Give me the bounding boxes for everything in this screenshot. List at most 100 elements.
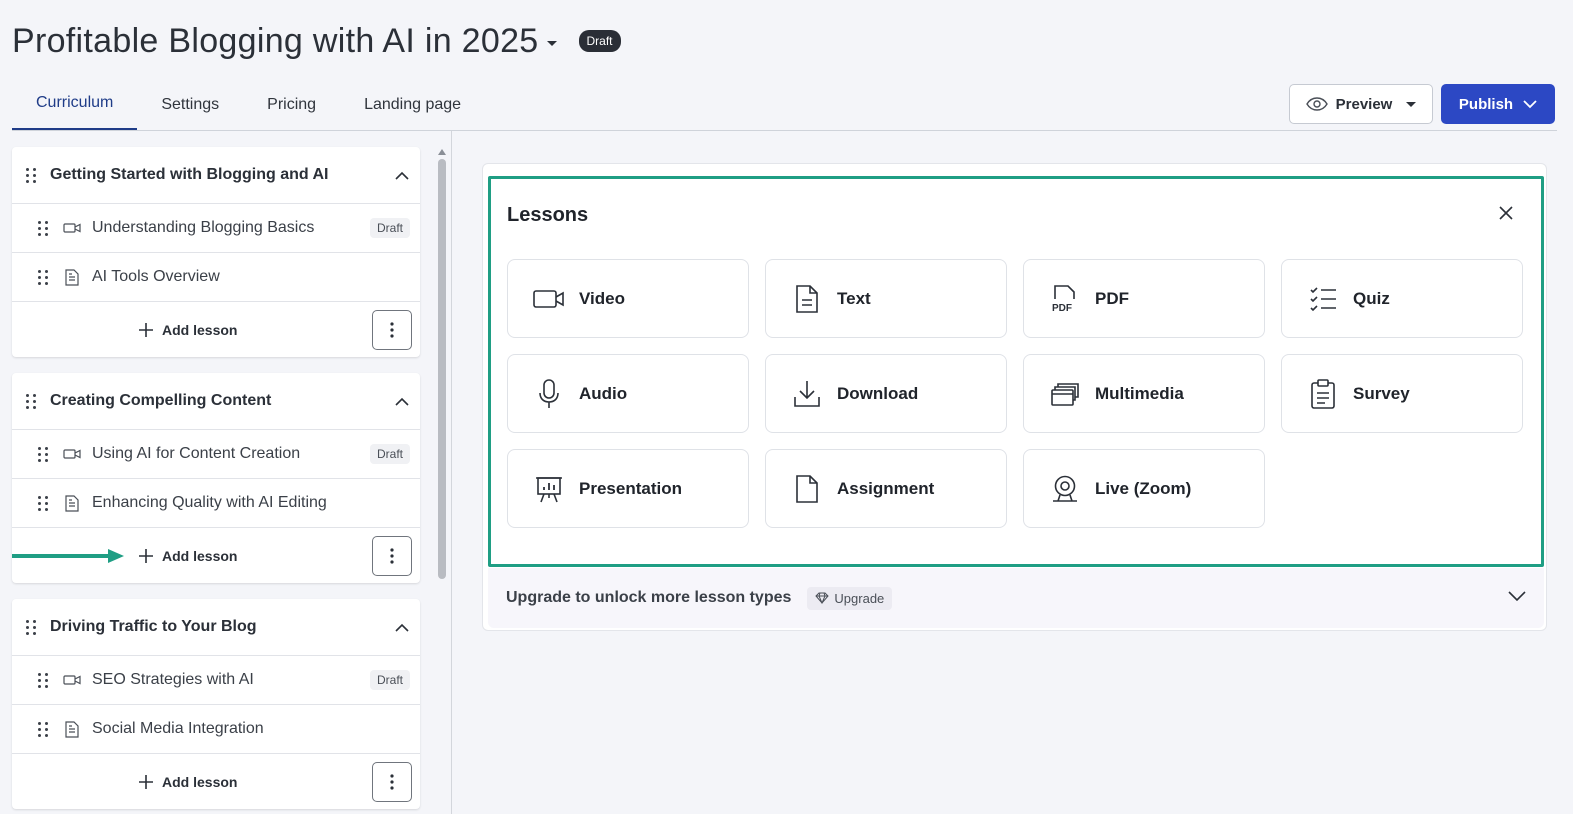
lesson-item[interactable]: Social Media Integration: [12, 705, 420, 754]
drag-handle-icon[interactable]: [38, 672, 48, 688]
section-more-button[interactable]: [372, 762, 412, 802]
lessons-type-picker: Lessons Video Text PDF PDF Quiz Audio Do…: [488, 176, 1544, 567]
plus-icon: [139, 322, 153, 337]
add-lesson-button[interactable]: Add lesson: [138, 754, 237, 809]
more-vertical-icon: [390, 774, 394, 790]
section-more-button[interactable]: [372, 310, 412, 350]
lesson-status-badge: Draft: [369, 444, 410, 464]
lesson-type-audio[interactable]: Audio: [507, 354, 749, 433]
section-header[interactable]: Getting Started with Blogging and AI: [12, 147, 420, 204]
lesson-type-label: PDF: [1095, 288, 1129, 308]
lesson-type-presentation[interactable]: Presentation: [507, 449, 749, 528]
video-icon: [533, 289, 565, 309]
lesson-type-label: Assignment: [837, 478, 935, 498]
course-status-badge: Draft: [578, 30, 621, 52]
lesson-status-badge: Draft: [369, 670, 410, 690]
lesson-type-label: Survey: [1353, 383, 1410, 403]
upgrade-text: Upgrade to unlock more lesson types: [506, 589, 792, 606]
preview-button[interactable]: Preview: [1289, 84, 1433, 124]
lessons-picker-title: Lessons: [507, 204, 589, 226]
lesson-type-label: Audio: [579, 383, 628, 403]
lesson-type-text[interactable]: Text: [765, 259, 1007, 338]
course-title-row: Profitable Blogging with AI in 2025 Draf…: [12, 18, 621, 64]
drag-handle-icon[interactable]: [26, 619, 36, 635]
preview-caret-icon: [1406, 101, 1417, 107]
course-tabs: Curriculum Settings Pricing Landing page: [12, 78, 485, 131]
video-icon: [62, 674, 82, 686]
tab-pricing[interactable]: Pricing: [243, 78, 340, 131]
section-more-button[interactable]: [372, 536, 412, 576]
publish-button[interactable]: Publish: [1441, 84, 1555, 124]
lesson-type-survey[interactable]: Survey: [1281, 354, 1523, 433]
section-title: Driving Traffic to Your Blog: [50, 618, 257, 635]
curriculum-sidebar: Getting Started with Blogging and AI Und…: [0, 131, 452, 814]
tab-curriculum[interactable]: Curriculum: [12, 78, 138, 131]
publish-label: Publish: [1458, 95, 1514, 113]
drag-handle-icon[interactable]: [38, 495, 48, 511]
microphone-icon: [533, 378, 565, 409]
lesson-item[interactable]: Enhancing Quality with AI Editing: [12, 479, 420, 528]
webcam-icon: [1049, 475, 1081, 503]
close-icon[interactable]: [1499, 206, 1513, 225]
drag-handle-icon[interactable]: [38, 721, 48, 737]
annotation-arrow-icon: [12, 549, 124, 563]
text-doc-icon: [62, 268, 82, 286]
drag-handle-icon[interactable]: [26, 393, 36, 409]
text-doc-icon: [62, 494, 82, 512]
chevron-down-icon[interactable]: [1508, 588, 1526, 606]
lesson-type-pdf[interactable]: PDF PDF: [1023, 259, 1265, 338]
eye-icon: [1305, 97, 1328, 111]
download-icon: [791, 380, 823, 408]
sidebar-scrollbar[interactable]: [437, 149, 447, 809]
collapse-chevron-icon[interactable]: [384, 397, 420, 406]
add-lesson-label: Add lesson: [162, 547, 238, 564]
lesson-type-live-zoom[interactable]: Live (Zoom): [1023, 449, 1265, 528]
lesson-item[interactable]: SEO Strategies with AI Draft: [12, 656, 420, 705]
title-dropdown-caret-icon[interactable]: [546, 40, 557, 46]
lesson-type-assignment[interactable]: Assignment: [765, 449, 1007, 528]
lesson-item[interactable]: AI Tools Overview: [12, 253, 420, 302]
lesson-title: Enhancing Quality with AI Editing: [92, 494, 327, 511]
video-icon: [62, 448, 82, 460]
text-icon: [791, 284, 823, 313]
course-title[interactable]: Profitable Blogging with AI in 2025: [12, 22, 539, 61]
lesson-type-quiz[interactable]: Quiz: [1281, 259, 1523, 338]
lesson-type-label: Quiz: [1353, 288, 1390, 308]
section-header[interactable]: Driving Traffic to Your Blog: [12, 599, 420, 656]
tab-settings[interactable]: Settings: [137, 78, 243, 131]
lesson-type-multimedia[interactable]: Multimedia: [1023, 354, 1265, 433]
scrollbar-thumb[interactable]: [438, 159, 446, 579]
drag-handle-icon[interactable]: [26, 167, 36, 183]
lesson-type-video[interactable]: Video: [507, 259, 749, 338]
collapse-chevron-icon[interactable]: [384, 171, 420, 180]
add-lesson-button[interactable]: Add lesson: [138, 302, 237, 357]
upgrade-lesson-types-bar[interactable]: Upgrade to unlock more lesson types Upgr…: [488, 568, 1544, 628]
add-lesson-row: Add lesson: [12, 754, 420, 809]
drag-handle-icon[interactable]: [38, 446, 48, 462]
tab-landing-page[interactable]: Landing page: [340, 78, 485, 131]
drag-handle-icon[interactable]: [38, 269, 48, 285]
section-header[interactable]: Creating Compelling Content: [12, 373, 420, 430]
lesson-item[interactable]: Using AI for Content Creation Draft: [12, 430, 420, 479]
lesson-status-badge: Draft: [369, 218, 410, 238]
section-title: Getting Started with Blogging and AI: [50, 166, 329, 183]
pdf-icon: PDF: [1049, 284, 1081, 313]
video-icon: [62, 222, 82, 234]
plus-icon: [139, 548, 153, 563]
lesson-type-label: Download: [837, 383, 919, 403]
collapse-chevron-icon[interactable]: [384, 623, 420, 632]
lesson-type-label: Live (Zoom): [1095, 478, 1192, 498]
upgrade-badge[interactable]: Upgrade: [807, 586, 893, 610]
text-doc-icon: [62, 720, 82, 738]
lesson-type-label: Video: [579, 288, 625, 308]
more-vertical-icon: [390, 548, 394, 564]
drag-handle-icon[interactable]: [38, 220, 48, 236]
lesson-type-download[interactable]: Download: [765, 354, 1007, 433]
multimedia-icon: [1049, 382, 1081, 406]
lesson-item[interactable]: Understanding Blogging Basics Draft: [12, 204, 420, 253]
svg-text:PDF: PDF: [1052, 303, 1072, 313]
chevron-down-icon: [1523, 99, 1537, 108]
add-lesson-button[interactable]: Add lesson: [138, 528, 237, 583]
presentation-icon: [533, 475, 565, 503]
scroll-up-arrow-icon[interactable]: [438, 149, 446, 155]
